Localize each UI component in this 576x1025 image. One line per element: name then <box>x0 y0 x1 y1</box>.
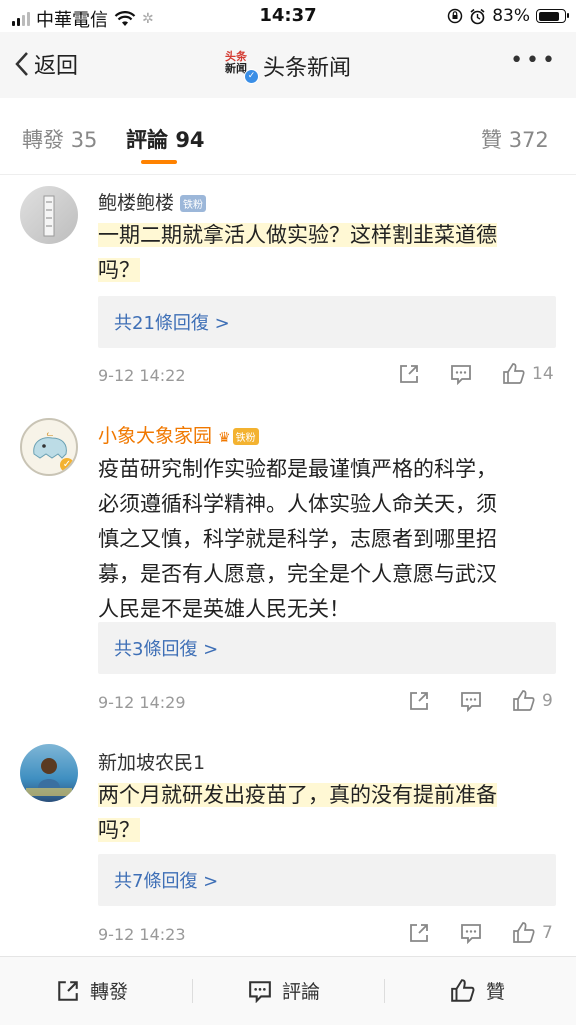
comment-time: 9-12 14:22 <box>98 366 186 385</box>
alarm-icon <box>470 8 485 24</box>
fan-badge: 铁粉 <box>180 195 207 212</box>
divider <box>192 979 193 1003</box>
comment-icon[interactable] <box>450 363 472 385</box>
share-icon <box>58 980 78 1001</box>
like-count: 9 <box>542 691 553 711</box>
toutiao-logo: 头条 新闻 ✓ <box>225 51 259 84</box>
tab-repost[interactable]: 轉發 35 <box>22 124 97 154</box>
comment-icon <box>249 980 271 1003</box>
comment-time: 9-12 14:23 <box>98 925 186 944</box>
status-right: 83% <box>447 6 569 26</box>
status-bar: 中華電信 ✲ 14:37 83% <box>0 0 576 32</box>
like-count: 14 <box>532 364 554 384</box>
orientation-lock-icon <box>447 8 463 24</box>
comment-username[interactable]: 小象大象家园 ♛ 铁粉 <box>98 421 259 448</box>
tab-likes[interactable]: 贊 372 <box>481 124 549 154</box>
replies-button[interactable]: 共7條回復 > <box>98 854 556 906</box>
crown-icon: ♛ <box>218 430 231 446</box>
battery-icon <box>536 9 569 23</box>
thumbs-up-icon[interactable] <box>502 362 526 386</box>
comment-time: 9-12 14:29 <box>98 693 186 712</box>
comment-actions: 14 <box>398 362 558 386</box>
comment-text: 一期二期就拿活人做实验？这样割韭菜道德 吗？ <box>98 223 497 282</box>
replies-button[interactable]: 共21條回復 > <box>98 296 556 348</box>
verified-icon: ✓ <box>60 458 74 472</box>
comment-text: 两个月就研发出疫苗了，真的没有提前准备 吗？ <box>98 783 497 842</box>
more-dots-icon[interactable]: ••• <box>510 48 558 73</box>
tab-comments[interactable]: 評論 94 <box>126 124 205 154</box>
thumbs-up-icon <box>451 978 475 1002</box>
comment-username[interactable]: 新加坡农民1 <box>98 748 205 775</box>
svg-text:ᓚ: ᓚ <box>47 429 54 438</box>
battery-percent: 83% <box>492 6 530 26</box>
comment-username[interactable]: 鲍楼鲍楼 铁粉 <box>98 188 207 215</box>
comment-text: 疫苗研究制作实验都是最谨慎严格的科学， 必须遵循科学精神。人体实验人命关天，须 … <box>98 457 497 621</box>
nav-bar: 返回 头条 新闻 ✓ 头条新闻 ••• <box>0 32 576 98</box>
share-icon[interactable] <box>408 922 430 944</box>
comment-actions: 7 <box>408 921 558 945</box>
comment-actions: 9 <box>408 689 558 713</box>
like-button[interactable]: 贊 <box>450 977 505 1004</box>
thumbs-up-icon[interactable] <box>512 689 536 713</box>
avatar[interactable] <box>20 744 78 802</box>
comment-button[interactable]: 評論 <box>248 977 320 1004</box>
tab-bar: 轉發 35 評論 94 贊 372 <box>0 98 576 175</box>
repost-button[interactable]: 轉發 <box>56 977 128 1004</box>
like-count: 7 <box>542 923 553 943</box>
verified-icon: ✓ <box>243 69 259 84</box>
avatar[interactable] <box>20 186 78 244</box>
replies-button[interactable]: 共3條回復 > <box>98 622 556 674</box>
page-title: 头条新闻 <box>262 56 351 81</box>
fan-badge: 铁粉 <box>232 428 259 445</box>
comment-icon[interactable] <box>460 922 482 944</box>
divider <box>384 979 385 1003</box>
nav-title[interactable]: 头条 新闻 ✓ 头条新闻 <box>0 50 576 84</box>
bottom-action-bar: 轉發 評論 贊 <box>0 956 576 1025</box>
avatar[interactable]: ᓚ ✓ <box>20 418 78 476</box>
share-icon[interactable] <box>408 690 430 712</box>
share-icon[interactable] <box>398 363 420 385</box>
active-tab-indicator <box>141 160 177 164</box>
comment-icon[interactable] <box>460 690 482 712</box>
thumbs-up-icon[interactable] <box>512 921 536 945</box>
